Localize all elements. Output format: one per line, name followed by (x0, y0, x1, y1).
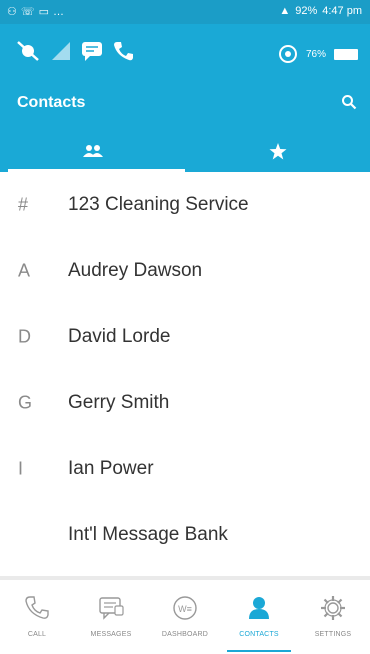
nav-label: SETTINGS (314, 631, 352, 638)
system-indicators: 76% (0, 24, 370, 84)
nav-call[interactable]: CALL (0, 580, 74, 654)
contact-name: Int'l Message Bank (68, 524, 228, 545)
status-battery: 92% (295, 5, 318, 17)
nav-label: DASHBOARD (161, 631, 209, 638)
nav-messages[interactable]: MESSAGES (74, 580, 148, 654)
signal-icon: ▲ (279, 5, 291, 17)
more-notifications-icon: … (53, 5, 65, 18)
message-notification-icon: ▭ (38, 6, 50, 18)
contact-row[interactable]: I Ian Power (0, 436, 370, 502)
phone-icon (25, 596, 49, 619)
tab-favorites[interactable] (185, 130, 370, 172)
people-icon (82, 145, 103, 157)
contact-name: Ian Power (68, 458, 154, 479)
contact-name: 123 Cleaning Service (68, 194, 249, 215)
satellite-off-icon (17, 41, 39, 61)
nav-label: CALL (27, 631, 47, 638)
phone-indicator-icon (114, 42, 133, 61)
page-title: Contacts (17, 94, 86, 111)
wifi-call-icon: ☏ (20, 6, 35, 18)
search-icon[interactable] (341, 94, 357, 110)
contacts-icon (249, 597, 269, 619)
app-header: Contacts (0, 84, 370, 172)
nav-label: CONTACTS (239, 631, 279, 638)
no-signal-icon (52, 42, 70, 60)
contact-name: David Lorde (68, 326, 171, 347)
contact-name: Gerry Smith (68, 392, 170, 413)
battery-percentage: 76% (305, 48, 326, 60)
contact-row[interactable]: # 123 Cleaning Service (0, 172, 370, 238)
bottom-navigation: CALL MESSAGES W≡ DASHBOARD CONTACTS SETT… (0, 580, 370, 654)
contact-name: Audrey Dawson (68, 260, 203, 281)
notification-icons: ⚇ ☏ ▭ … (7, 5, 65, 19)
section-letter: G (18, 392, 33, 413)
contacts-list: # 123 Cleaning Service A Audrey Dawson D… (0, 172, 370, 576)
battery-icon (334, 48, 358, 60)
status-time: 4:47 pm (322, 5, 362, 17)
contact-row[interactable]: G Gerry Smith (0, 370, 370, 436)
section-letter: # (18, 194, 29, 215)
section-letter: I (18, 458, 24, 479)
nav-settings[interactable]: SETTINGS (296, 580, 370, 654)
contact-row[interactable]: A Audrey Dawson (0, 238, 370, 304)
svg-text:W≡: W≡ (178, 604, 192, 614)
messages-icon (99, 597, 124, 620)
tab-all-contacts[interactable] (0, 130, 185, 172)
dashboard-icon: W≡ (173, 596, 197, 620)
section-letter: A (18, 260, 31, 281)
wifi-call-status-icon (278, 45, 297, 63)
gear-icon (321, 596, 345, 620)
nav-contacts[interactable]: CONTACTS (222, 580, 296, 654)
nav-dashboard[interactable]: W≡ DASHBOARD (148, 580, 222, 654)
star-icon (269, 142, 286, 159)
section-letter: D (18, 326, 31, 347)
messages-indicator-icon (82, 42, 102, 61)
nav-label: MESSAGES (90, 631, 132, 638)
app-notification-icon: ⚇ (7, 6, 17, 18)
contact-row[interactable]: D David Lorde (0, 304, 370, 370)
contact-row[interactable]: Int'l Message Bank (0, 502, 370, 568)
status-bar: ⚇ ☏ ▭ … ▲ 92% 4:47 pm (0, 0, 370, 24)
